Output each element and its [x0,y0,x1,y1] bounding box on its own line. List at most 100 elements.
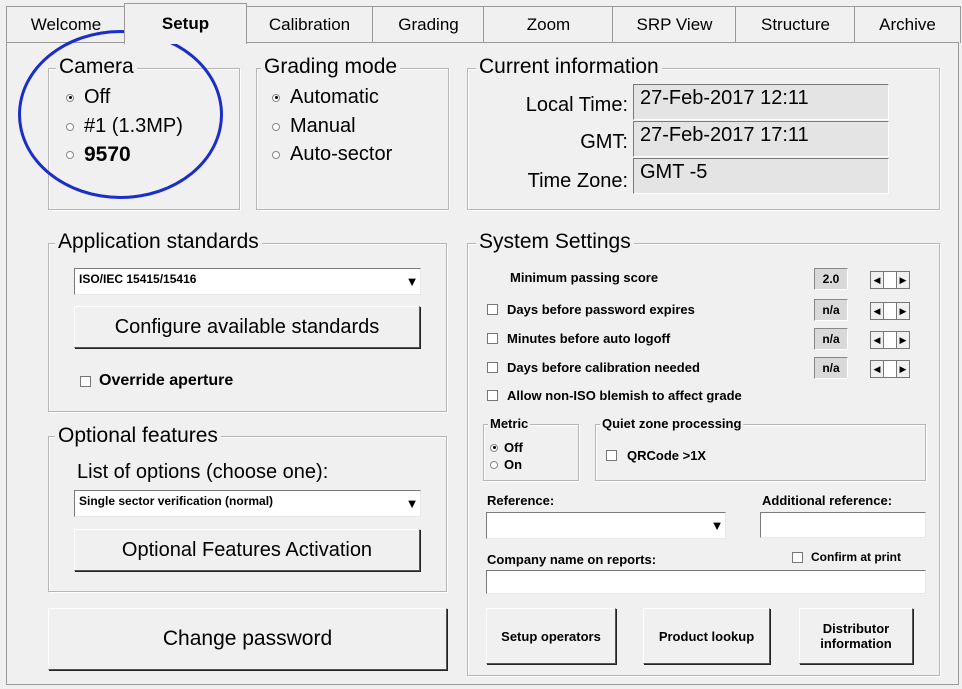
confirm-at-print-label: Confirm at print [811,550,901,564]
spin-thumb[interactable] [884,331,896,349]
minutes-logoff-field: n/a [814,328,848,350]
dropdown-arrow-icon[interactable]: ▼ [709,513,725,538]
standards-select[interactable]: ISO/IEC 15415/15416 ▼ [74,268,421,295]
camera-option-label: Off [84,86,111,108]
radio-icon [272,93,280,102]
camera-option-1[interactable]: #1 (1.3MP) [66,115,183,138]
spin-left-icon[interactable]: ◀ [870,331,884,349]
spin-thumb[interactable] [884,360,896,378]
company-name-label: Company name on reports: [487,552,657,567]
additional-reference-label: Additional reference: [762,493,893,508]
tab-structure[interactable]: Structure [735,6,856,43]
days-calibration-spinner[interactable]: ◀ ▶ [870,360,922,378]
grading-option-manual[interactable]: Manual [272,115,356,138]
checkbox-icon [487,304,498,315]
radio-icon [66,151,74,159]
local-time-field: 27-Feb-2017 12:11 [633,84,889,120]
configure-standards-button[interactable]: Configure available standards [74,306,420,348]
days-calibration-checkbox[interactable]: Days before calibration needed [487,360,700,375]
grading-option-auto-sector[interactable]: Auto-sector [272,143,392,166]
camera-option-label: #1 (1.3MP) [84,115,183,137]
options-list-label: List of options (choose one): [77,461,329,483]
min-score-field: 2.0 [814,268,848,290]
override-aperture-checkbox[interactable]: Override aperture [80,372,233,390]
minutes-logoff-spinner[interactable]: ◀ ▶ [870,331,922,349]
camera-option-9570[interactable]: 9570 [66,143,131,167]
grading-option-label: Auto-sector [290,143,393,165]
checkbox-icon [80,375,91,387]
time-zone-field: GMT -5 [633,158,889,194]
allow-non-iso-checkbox[interactable]: Allow non-ISO blemish to affect grade [487,388,742,403]
min-score-spinner[interactable]: ◀ ▶ [870,271,922,289]
spin-thumb[interactable] [884,302,896,320]
allow-non-iso-label: Allow non-ISO blemish to affect grade [507,388,742,403]
grading-mode-title: Grading mode [261,55,401,79]
optional-features-title: Optional features [55,424,221,448]
checkbox-icon [487,362,498,373]
metric-title: Metric [488,416,531,431]
company-name-input[interactable] [486,570,926,594]
days-password-checkbox[interactable]: Days before password expires [487,302,695,317]
qrcode-label: QRCode >1X [627,448,707,463]
dropdown-arrow-icon[interactable]: ▼ [404,269,420,294]
radio-icon [272,122,280,131]
days-password-label: Days before password expires [507,302,695,317]
spin-right-icon[interactable]: ▶ [896,271,910,289]
metric-option-label: On [504,457,523,472]
setup-operators-button[interactable]: Setup operators [486,608,616,664]
additional-reference-input[interactable] [760,512,926,538]
spin-right-icon[interactable]: ▶ [896,302,910,320]
quiet-zone-title: Quiet zone processing [600,416,744,431]
options-select-value: Single sector verification (normal) [79,494,274,508]
options-select[interactable]: Single sector verification (normal) ▼ [74,490,421,517]
reference-label: Reference: [487,493,555,508]
minutes-logoff-checkbox[interactable]: Minutes before auto logoff [487,331,670,346]
gmt-field: 27-Feb-2017 17:11 [633,121,889,157]
spin-right-icon[interactable]: ▶ [896,331,910,349]
metric-option-off[interactable]: Off [490,440,523,455]
checkbox-icon [792,551,803,563]
reference-select[interactable]: ▼ [486,512,726,539]
spin-left-icon[interactable]: ◀ [870,360,884,378]
standards-select-value: ISO/IEC 15415/15416 [79,272,197,286]
min-score-label: Minimum passing score [510,270,659,285]
metric-option-on[interactable]: On [490,457,522,472]
spin-right-icon[interactable]: ▶ [896,360,910,378]
spin-left-icon[interactable]: ◀ [870,302,884,320]
radio-icon [66,122,74,131]
qrcode-checkbox[interactable]: QRCode >1X [606,448,706,463]
grading-option-label: Manual [290,115,356,137]
days-calibration-label: Days before calibration needed [507,360,700,375]
tab-setup[interactable]: Setup [124,3,247,44]
dropdown-arrow-icon[interactable]: ▼ [404,491,420,516]
override-aperture-label: Override aperture [99,372,234,389]
grading-option-automatic[interactable]: Automatic [272,86,379,109]
time-zone-label: Time Zone: [527,170,628,192]
checkbox-icon [487,390,498,401]
spin-thumb[interactable] [884,271,896,289]
system-settings-title: System Settings [476,230,634,254]
change-password-button[interactable]: Change password [48,608,447,670]
gmt-label: GMT: [580,131,628,153]
tab-grading[interactable]: Grading [372,6,485,43]
tab-zoom[interactable]: Zoom [483,6,614,43]
current-info-title: Current information [476,55,662,79]
local-time-label: Local Time: [525,94,628,116]
spin-left-icon[interactable]: ◀ [870,271,884,289]
distributor-information-button[interactable]: Distributor information [799,608,913,664]
days-password-spinner[interactable]: ◀ ▶ [870,302,922,320]
tab-archive[interactable]: Archive [854,6,961,43]
radio-icon [66,93,74,102]
radio-icon [490,443,498,452]
tab-welcome[interactable]: Welcome [6,6,126,43]
product-lookup-button[interactable]: Product lookup [643,608,770,664]
tab-srp-view[interactable]: SRP View [612,6,737,43]
days-calibration-field: n/a [814,357,848,379]
tab-calibration[interactable]: Calibration [245,6,374,43]
confirm-at-print-checkbox[interactable]: Confirm at print [792,550,901,564]
optional-features-activation-button[interactable]: Optional Features Activation [74,529,420,571]
app-standards-title: Application standards [55,230,262,254]
camera-option-off[interactable]: Off [66,86,110,109]
metric-option-label: Off [504,440,523,455]
camera-option-label: 9570 [84,143,131,166]
